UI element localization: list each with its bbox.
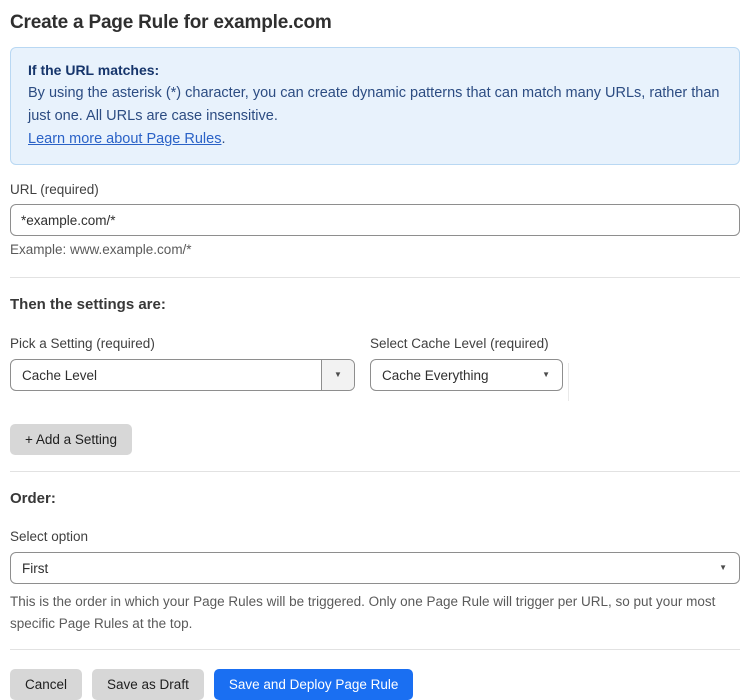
chevron-down-icon: ▼ — [542, 370, 550, 379]
order-section-heading: Order: — [10, 490, 56, 507]
info-link-line: Learn more about Page Rules. — [28, 128, 722, 151]
setting-picker-label: Pick a Setting (required) — [10, 336, 155, 351]
url-label: URL (required) — [10, 182, 99, 197]
order-select[interactable]: First ▼ — [10, 552, 740, 584]
cache-level-column: Select Cache Level (required) Cache Ever… — [370, 336, 563, 391]
link-period-text: . — [221, 131, 226, 147]
add-setting-button[interactable]: + Add a Setting — [10, 424, 132, 455]
page-rule-form: Create a Page Rule for example.com If th… — [0, 0, 750, 700]
section-divider-2 — [10, 471, 740, 472]
settings-row: Pick a Setting (required) Cache Level ▼ … — [10, 336, 740, 401]
order-select-value: First — [22, 560, 49, 576]
action-buttons-row: Cancel Save as Draft Save and Deploy Pag… — [10, 669, 740, 700]
cache-level-select[interactable]: Cache Everything ▼ — [370, 359, 563, 391]
setting-column-divider — [568, 363, 569, 401]
url-input[interactable] — [10, 204, 740, 236]
setting-picker-select[interactable]: Cache Level ▼ — [10, 359, 355, 391]
setting-picker-value: Cache Level — [22, 367, 98, 383]
cancel-button[interactable]: Cancel — [10, 669, 83, 700]
page-title: Create a Page Rule for example.com — [10, 12, 332, 33]
section-divider-1 — [10, 277, 740, 278]
learn-more-link[interactable]: Learn more about Page Rules — [28, 131, 221, 147]
setting-picker-arrow-segment: ▼ — [321, 360, 354, 390]
settings-section-heading: Then the settings are: — [10, 296, 166, 313]
info-box-heading: If the URL matches: — [28, 62, 160, 78]
section-divider-3 — [10, 649, 740, 650]
url-helper-text: Example: www.example.com/* — [10, 242, 192, 257]
order-helper-text: This is the order in which your Page Rul… — [10, 594, 716, 631]
save-and-deploy-button[interactable]: Save and Deploy Page Rule — [213, 669, 414, 700]
setting-picker-column: Pick a Setting (required) Cache Level ▼ — [10, 336, 355, 391]
chevron-down-icon: ▼ — [719, 563, 727, 572]
order-select-label: Select option — [10, 529, 89, 544]
cache-level-value: Cache Everything — [382, 367, 489, 383]
info-box-body: By using the asterisk (*) character, you… — [28, 85, 720, 124]
cache-level-label: Select Cache Level (required) — [370, 336, 549, 351]
chevron-down-icon: ▼ — [334, 370, 342, 379]
url-match-info-box: If the URL matches: By using the asteris… — [10, 47, 740, 165]
save-as-draft-button[interactable]: Save as Draft — [92, 669, 204, 700]
